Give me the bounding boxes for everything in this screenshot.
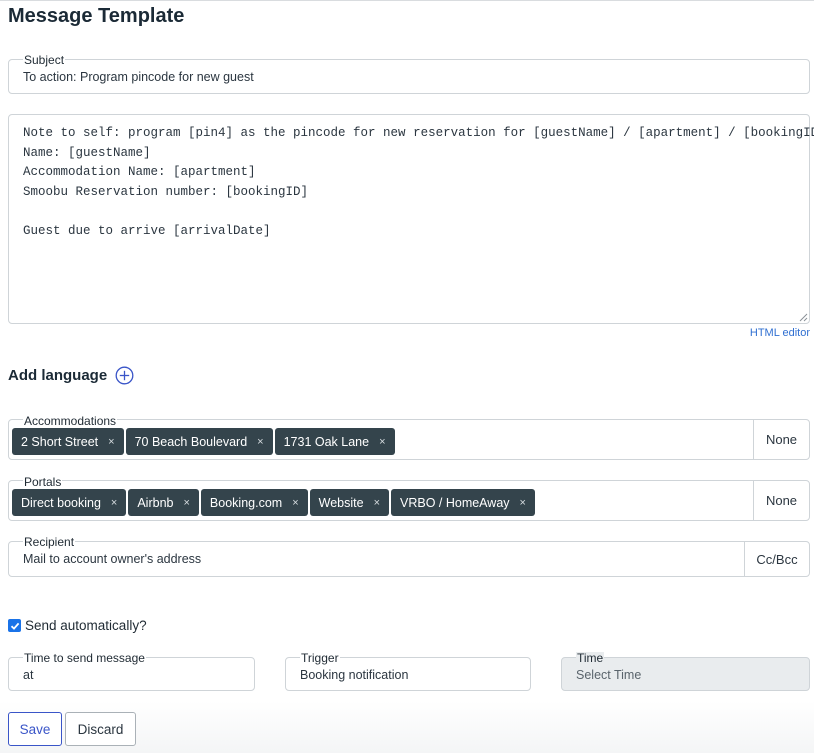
portals-none-button[interactable]: None: [753, 481, 809, 520]
time-label: Time: [576, 651, 605, 665]
add-language-label: Add language: [8, 367, 108, 384]
recipient-field[interactable]: Recipient Mail to account owner's addres…: [8, 536, 810, 577]
html-editor-link[interactable]: HTML editor: [750, 327, 810, 339]
portal-tag: Direct booking ×: [12, 489, 127, 516]
resize-grip-icon[interactable]: [799, 313, 808, 322]
time-to-send-label: Time to send message: [23, 651, 146, 665]
subject-field[interactable]: Subject To action: Program pincode for n…: [8, 54, 810, 94]
add-language[interactable]: Add language: [8, 366, 134, 385]
cc-bcc-button[interactable]: Cc/Bcc: [744, 542, 809, 576]
trigger-label: Trigger: [300, 651, 340, 665]
recipient-label: Recipient: [23, 535, 76, 549]
accommodation-tag: 1731 Oak Lane ×: [274, 428, 395, 455]
remove-tag-icon[interactable]: ×: [183, 497, 189, 509]
portals-tags: Direct booking × Airbnb × Booking.com × Web…: [12, 489, 537, 516]
plus-circle-icon[interactable]: [115, 366, 134, 385]
time-field[interactable]: Time Select Time: [561, 652, 810, 691]
trigger-field[interactable]: Trigger Booking notification: [285, 652, 531, 691]
time-select[interactable]: Select Time: [576, 668, 641, 682]
discard-button[interactable]: Discard: [65, 712, 136, 746]
accommodations-field[interactable]: Accommodations 2 Short Street × 70 Beach …: [8, 415, 810, 460]
portal-tag: Booking.com ×: [200, 489, 308, 516]
remove-tag-icon[interactable]: ×: [257, 436, 263, 448]
checkmark-icon: [10, 622, 19, 630]
recipient-input[interactable]: Mail to account owner's address: [23, 552, 201, 566]
portals-label: Portals: [23, 475, 63, 489]
tag-label: 70 Beach Boulevard: [134, 434, 248, 449]
trigger-select[interactable]: Booking notification: [300, 668, 408, 682]
time-to-send-input[interactable]: at: [23, 668, 33, 682]
tag-label: 1731 Oak Lane: [283, 434, 370, 449]
send-automatically[interactable]: Send automatically?: [8, 618, 147, 633]
tag-label: VRBO / HomeAway: [400, 495, 510, 510]
tag-label: Direct booking: [21, 495, 101, 510]
tag-label: Website: [318, 495, 364, 510]
remove-tag-icon[interactable]: ×: [292, 497, 298, 509]
message-body-text[interactable]: Note to self: program [pin4] as the pinc…: [23, 124, 814, 241]
accommodations-tags: 2 Short Street × 70 Beach Boulevard × 1731…: [12, 428, 397, 455]
subject-input[interactable]: To action: Program pincode for new guest: [23, 70, 254, 84]
page-title: Message Template: [8, 5, 185, 27]
remove-tag-icon[interactable]: ×: [374, 497, 380, 509]
portal-tag: Airbnb ×: [128, 489, 199, 516]
time-to-send-field[interactable]: Time to send message at: [8, 652, 255, 691]
save-button[interactable]: Save: [8, 712, 62, 746]
remove-tag-icon[interactable]: ×: [379, 436, 385, 448]
remove-tag-icon[interactable]: ×: [108, 436, 114, 448]
accommodation-tag: 70 Beach Boulevard ×: [125, 428, 273, 455]
accommodations-none-button[interactable]: None: [753, 420, 809, 459]
send-automatically-checkbox[interactable]: [8, 619, 21, 632]
message-body-textarea[interactable]: Note to self: program [pin4] as the pinc…: [8, 114, 814, 324]
accommodations-label: Accommodations: [23, 414, 118, 428]
send-automatically-label: Send automatically?: [25, 618, 147, 633]
remove-tag-icon[interactable]: ×: [520, 497, 526, 509]
tag-label: Booking.com: [209, 495, 283, 510]
tag-label: 2 Short Street: [21, 434, 99, 449]
remove-tag-icon[interactable]: ×: [111, 497, 117, 509]
tag-label: Airbnb: [137, 495, 174, 510]
portals-field[interactable]: Portals Direct booking × Airbnb × Booking.…: [8, 476, 810, 521]
portal-tag: Website ×: [309, 489, 389, 516]
subject-label: Subject: [23, 53, 66, 67]
portal-tag: VRBO / HomeAway ×: [391, 489, 535, 516]
accommodation-tag: 2 Short Street ×: [12, 428, 124, 455]
